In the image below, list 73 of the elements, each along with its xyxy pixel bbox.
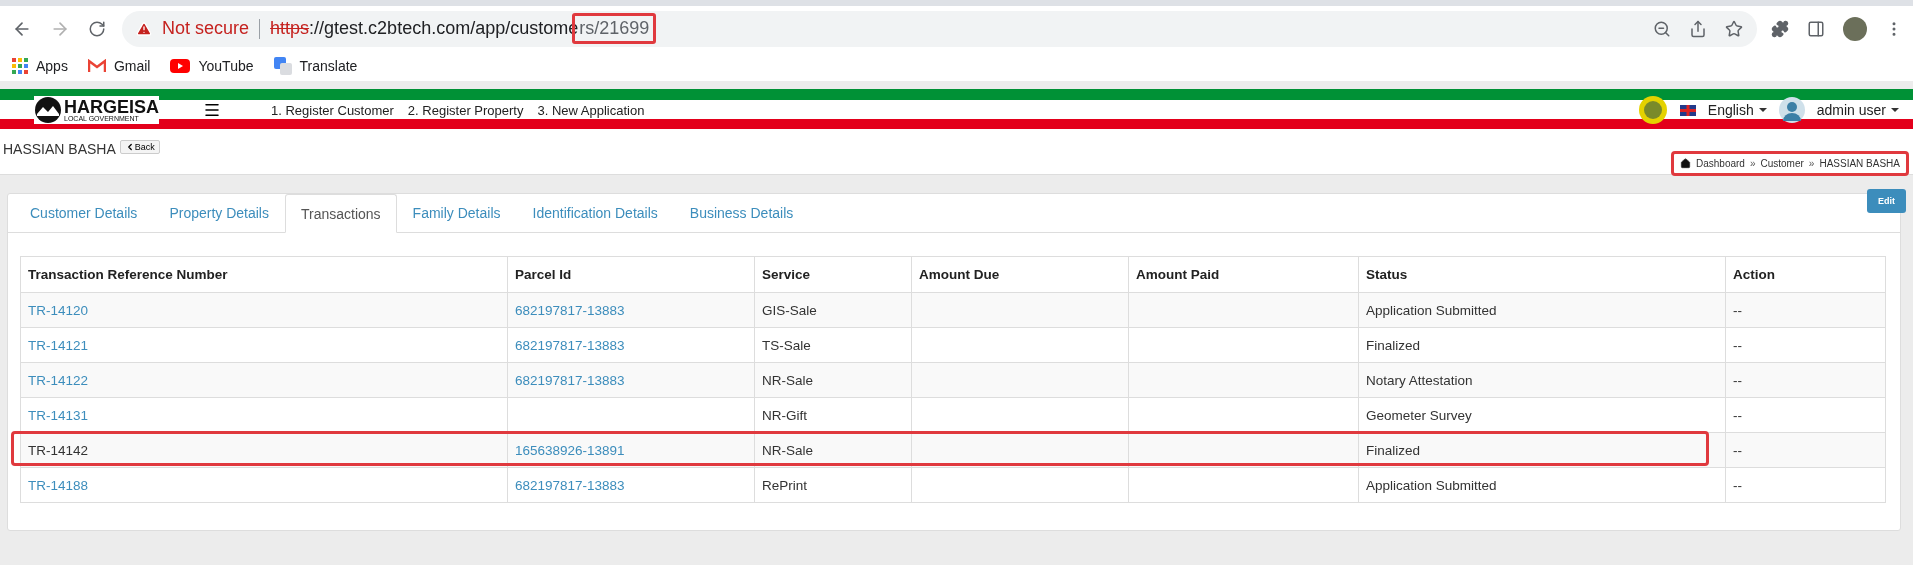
table-cell: -- xyxy=(1725,397,1886,433)
grid-icon xyxy=(12,58,28,74)
bookmark-link[interactable]: YouTube xyxy=(170,58,254,74)
star-icon[interactable] xyxy=(1725,19,1743,38)
table-cell: TR-14142 xyxy=(20,432,508,468)
column-header: Parcel Id xyxy=(507,256,755,293)
security-label: Not secure xyxy=(162,18,250,39)
column-header: Amount Due xyxy=(911,256,1129,293)
column-header: Amount Paid xyxy=(1128,256,1359,293)
logo-title: HARGEISA xyxy=(64,98,159,115)
side-panel-icon[interactable] xyxy=(1807,19,1825,38)
table-cell: NR-Sale xyxy=(754,432,912,468)
reload-icon xyxy=(88,19,106,38)
nav-link[interactable]: 3. New Application xyxy=(537,102,645,118)
user-avatar-icon xyxy=(1778,97,1805,123)
table-cell: -- xyxy=(1725,292,1886,328)
column-header: Transaction Reference Number xyxy=(20,256,508,293)
play-icon xyxy=(170,59,191,73)
reference-link[interactable]: TR-14188 xyxy=(20,467,508,503)
nav-link[interactable]: 2. Register Property xyxy=(407,102,524,118)
puzzle-icon[interactable] xyxy=(1771,19,1789,38)
table-cell: GIS-Sale xyxy=(754,292,912,328)
flag-icon xyxy=(1679,104,1696,116)
breadcrumb-link[interactable]: Customer xyxy=(1760,158,1804,169)
menu-icon[interactable] xyxy=(203,101,221,119)
reference-link[interactable]: TR-14131 xyxy=(20,397,508,433)
table-cell: Finalized xyxy=(1358,327,1726,363)
table-cell: Notary Attestation xyxy=(1358,362,1726,398)
breadcrumb-link[interactable]: Dashboard xyxy=(1696,158,1745,169)
zoom-out-icon[interactable] xyxy=(1653,19,1671,38)
table-cell: -- xyxy=(1725,467,1886,503)
table-cell: Application Submitted xyxy=(1358,467,1726,503)
user-dropdown[interactable]: admin user xyxy=(1816,102,1899,118)
table-cell: Finalized xyxy=(1358,432,1726,468)
edit-button[interactable]: Edit xyxy=(1867,189,1906,213)
parcel-link[interactable]: 682197817-13883 xyxy=(507,327,755,363)
bookmark-link[interactable]: Apps xyxy=(12,58,68,74)
separator-icon: » xyxy=(1808,158,1815,169)
column-header: Service xyxy=(754,256,912,293)
home-icon xyxy=(1680,158,1691,169)
separator-icon: » xyxy=(1749,158,1756,169)
parcel-link[interactable]: 682197817-13883 xyxy=(507,362,755,398)
table-cell: -- xyxy=(1725,362,1886,398)
parcel-link[interactable]: 682197817-13883 xyxy=(507,467,755,503)
warning-icon xyxy=(136,20,152,37)
column-header: Action xyxy=(1725,256,1886,293)
bookmark-link[interactable]: Gmail xyxy=(87,58,151,74)
page-title: HASSIAN BASHA xyxy=(3,141,116,157)
reference-link[interactable]: TR-14121 xyxy=(20,327,508,363)
avatar[interactable] xyxy=(1843,16,1867,41)
table-cell: Application Submitted xyxy=(1358,292,1726,328)
table-cell: -- xyxy=(1725,327,1886,363)
url-text: https xyxy=(270,18,310,39)
parcel-link[interactable]: 682197817-13883 xyxy=(507,292,755,328)
breadcrumb-link[interactable]: HASSIAN BASHA xyxy=(1819,158,1900,169)
nav-link[interactable]: 1. Register Customer xyxy=(271,102,394,118)
tab[interactable]: Transactions xyxy=(284,194,397,233)
share-icon[interactable] xyxy=(1689,19,1707,38)
reference-link[interactable]: TR-14122 xyxy=(20,362,508,398)
mail-icon xyxy=(87,59,106,73)
language-dropdown[interactable]: English xyxy=(1707,102,1767,118)
table-cell: RePrint xyxy=(754,467,912,503)
reference-link[interactable]: TR-14120 xyxy=(20,292,508,328)
bookmark-link[interactable]: Translate xyxy=(273,57,358,75)
column-header: Status xyxy=(1358,256,1726,293)
table-cell: -- xyxy=(1725,432,1886,468)
url-text: rs/21699 xyxy=(579,18,650,39)
parcel-link[interactable]: 165638926-13891 xyxy=(507,432,755,468)
emblem-icon xyxy=(1637,95,1668,125)
translate-icon xyxy=(273,57,292,75)
table-cell: TS-Sale xyxy=(754,327,912,363)
table-cell: NR-Sale xyxy=(754,362,912,398)
back-button[interactable]: Back xyxy=(119,140,160,154)
